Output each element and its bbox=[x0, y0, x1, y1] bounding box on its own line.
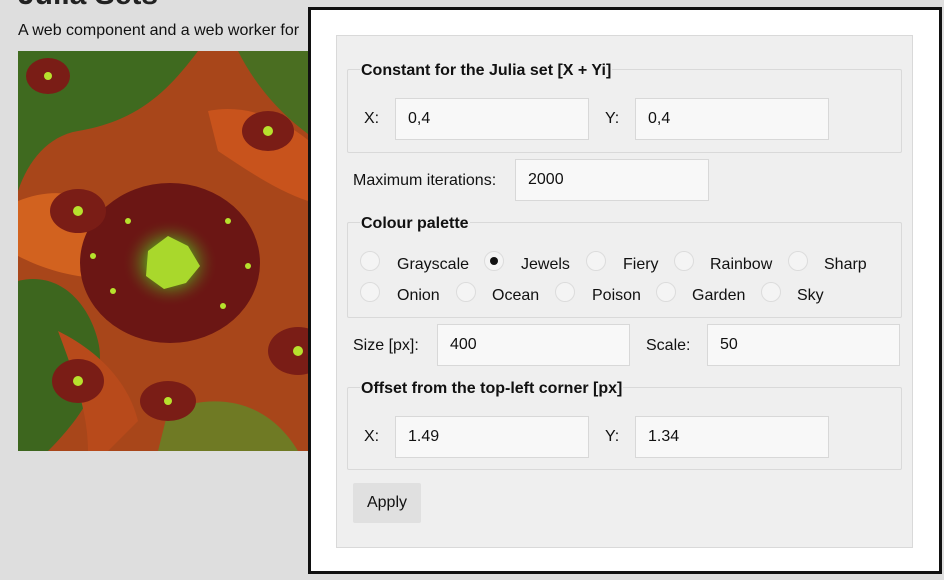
palette-option-label: Poison bbox=[592, 287, 641, 304]
settings-dialog: Constant for the Julia set [X + Yi] X: Y… bbox=[308, 7, 942, 574]
settings-form: Constant for the Julia set [X + Yi] X: Y… bbox=[336, 35, 913, 548]
constant-x-label: X: bbox=[364, 110, 380, 127]
offset-legend: Offset from the top-left corner [px] bbox=[360, 380, 624, 398]
constant-y-input[interactable] bbox=[635, 98, 829, 140]
constant-y-label: Y: bbox=[605, 110, 620, 127]
radio-button[interactable] bbox=[674, 251, 694, 271]
offset-fieldset: Offset from the top-left corner [px] X: … bbox=[347, 380, 902, 470]
max-iterations-label: Maximum iterations: bbox=[353, 172, 497, 189]
size-label: Size [px]: bbox=[353, 337, 419, 354]
palette-option-label: Sharp bbox=[824, 256, 867, 273]
radio-button[interactable] bbox=[761, 282, 781, 302]
apply-button[interactable]: Apply bbox=[353, 483, 421, 523]
radio-button[interactable] bbox=[586, 251, 606, 271]
palette-option-label: Sky bbox=[797, 287, 824, 304]
palette-option-label: Garden bbox=[692, 287, 746, 304]
max-iterations-input[interactable] bbox=[515, 159, 709, 201]
palette-option-label: Rainbow bbox=[710, 256, 773, 273]
colour-palette-fieldset: Colour palette Grayscale Jewels Fiery Ra… bbox=[347, 215, 902, 318]
offset-y-input[interactable] bbox=[635, 416, 829, 458]
radio-button[interactable] bbox=[555, 282, 575, 302]
palette-option-label: Grayscale bbox=[397, 256, 470, 273]
palette-option-label: Onion bbox=[397, 287, 440, 304]
offset-y-label: Y: bbox=[605, 428, 620, 445]
radio-button-selected[interactable] bbox=[484, 251, 504, 271]
scale-label: Scale: bbox=[646, 337, 691, 354]
radio-button[interactable] bbox=[360, 251, 380, 271]
page-intro-text: A web component and a web worker for bbox=[18, 22, 300, 39]
palette-option-label: Ocean bbox=[492, 287, 540, 304]
julia-constant-fieldset: Constant for the Julia set [X + Yi] X: Y… bbox=[347, 62, 902, 153]
julia-constant-legend: Constant for the Julia set [X + Yi] bbox=[360, 62, 613, 80]
offset-x-label: X: bbox=[364, 428, 380, 445]
radio-button[interactable] bbox=[656, 282, 676, 302]
size-input[interactable] bbox=[437, 324, 630, 366]
scale-input[interactable] bbox=[707, 324, 900, 366]
radio-button[interactable] bbox=[788, 251, 808, 271]
palette-option-label: Jewels bbox=[521, 256, 570, 273]
radio-button[interactable] bbox=[360, 282, 380, 302]
constant-x-input[interactable] bbox=[395, 98, 589, 140]
palette-option-label: Fiery bbox=[623, 256, 659, 273]
radio-button[interactable] bbox=[456, 282, 476, 302]
page-title: Julia Sets bbox=[18, 0, 158, 12]
offset-x-input[interactable] bbox=[395, 416, 589, 458]
colour-palette-legend: Colour palette bbox=[360, 215, 470, 233]
